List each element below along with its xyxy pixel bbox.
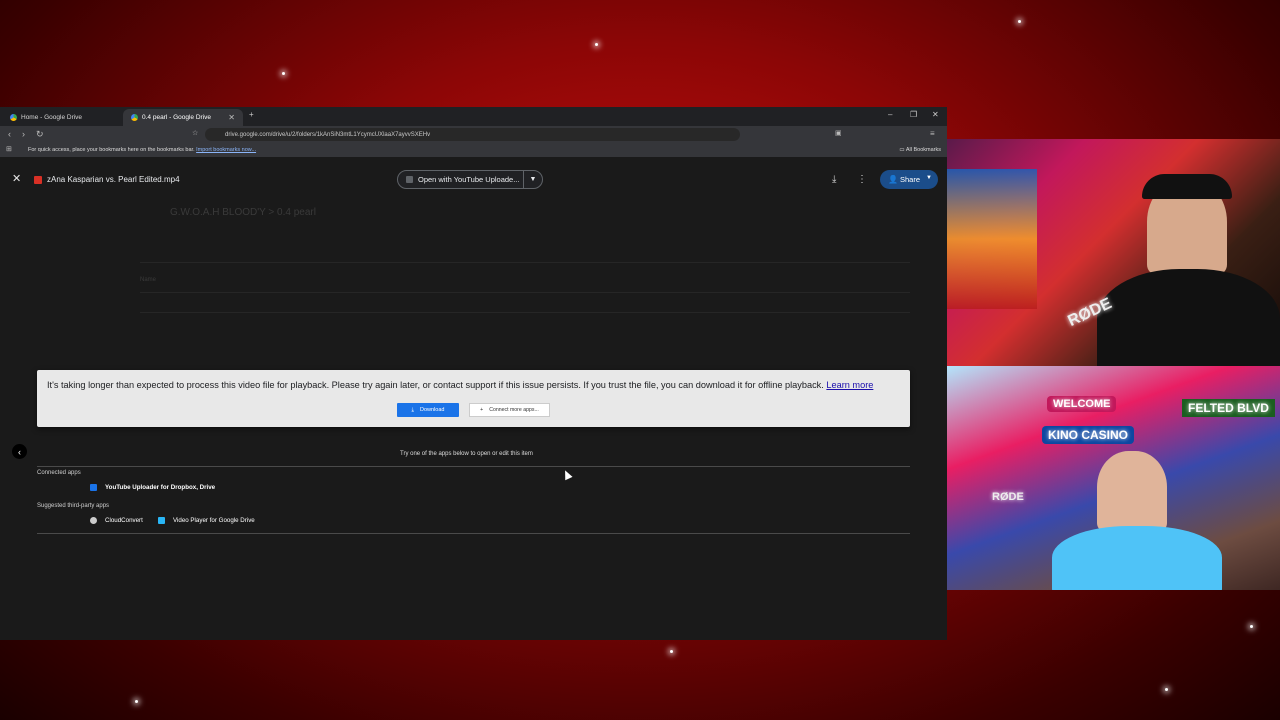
connected-apps-heading: Connected apps xyxy=(37,470,81,476)
bookmark-star-icon[interactable]: ☆ xyxy=(192,129,198,137)
open-with-button[interactable]: Open with YouTube Uploade... ▼ xyxy=(397,170,543,189)
street-sign: FELTED BLVD xyxy=(1182,399,1275,417)
ghost-breadcrumb: G.W.O.A.H BLOOD'Y > 0.4 pearl xyxy=(170,207,316,218)
sparkle xyxy=(595,43,598,46)
suggested-apps-heading: Suggested third-party apps xyxy=(37,503,110,509)
try-apps-text: Try one of the apps below to open or edi… xyxy=(400,451,533,457)
open-with-dropdown-icon[interactable]: ▼ xyxy=(523,171,542,188)
welcome-sign: WELCOME xyxy=(1047,396,1117,412)
host-shirt xyxy=(1097,269,1280,366)
cloud-icon xyxy=(90,517,97,524)
processing-message-box: It's taking longer than expected to proc… xyxy=(37,370,910,427)
arcade-machine xyxy=(947,169,1037,309)
divider xyxy=(37,533,910,534)
browser-window: Home - Google Drive 0.4 pearl - Google D… xyxy=(0,107,947,640)
more-options-icon[interactable]: ⋮ xyxy=(857,174,867,185)
guest-shirt xyxy=(1052,526,1222,590)
processing-message: It's taking longer than expected to proc… xyxy=(47,380,824,390)
guest-face xyxy=(1097,451,1167,531)
sparkle xyxy=(282,72,285,75)
divider xyxy=(37,466,910,467)
previous-file-button[interactable]: ‹ xyxy=(12,444,27,459)
import-bookmarks-link[interactable]: Import bookmarks now... xyxy=(196,147,256,153)
close-tab-icon[interactable]: ✕ xyxy=(228,113,235,122)
folder-icon: ▭ xyxy=(899,147,905,153)
casino-sign: KINO CASINO xyxy=(1042,426,1135,444)
mic-brand: RØDE xyxy=(992,491,1024,503)
sparkle xyxy=(1165,688,1168,691)
tab-home-drive[interactable]: Home - Google Drive xyxy=(2,109,120,126)
uploader-app-icon xyxy=(90,484,97,491)
menu-icon[interactable]: ≡ xyxy=(930,129,935,138)
learn-more-link[interactable]: Learn more xyxy=(826,380,873,390)
bookmarks-bar: ⊞ For quick access, place your bookmarks… xyxy=(0,143,947,158)
maximize-icon[interactable]: ❐ xyxy=(910,110,917,119)
suggested-app-video-player[interactable]: Video Player for Google Drive xyxy=(158,517,255,524)
forward-icon[interactable]: › xyxy=(22,129,25,139)
download-icon[interactable]: ⤓ xyxy=(832,174,836,185)
video-file-icon xyxy=(34,176,42,184)
share-dropdown-icon[interactable]: ▼ xyxy=(926,175,932,181)
url-field[interactable]: drive.google.com/drive/u/2/folders/1kAnS… xyxy=(205,128,740,141)
close-viewer-icon[interactable]: ✕ xyxy=(12,172,21,185)
all-bookmarks-button[interactable]: ▭ All Bookmarks xyxy=(899,147,941,153)
drive-icon xyxy=(10,114,17,121)
video-player-icon xyxy=(158,517,165,524)
tab-strip: Home - Google Drive 0.4 pearl - Google D… xyxy=(0,107,947,126)
download-button[interactable]: ⤓ Download xyxy=(397,403,459,417)
person-add-icon: 👤 xyxy=(888,175,898,184)
extensions-icon[interactable]: ▣ xyxy=(835,129,842,137)
drive-file-viewer: G.W.O.A.H BLOOD'Y > 0.4 pearl Name ✕ zAn… xyxy=(0,157,947,640)
back-icon[interactable]: ‹ xyxy=(8,129,11,139)
share-button[interactable]: 👤 Share ▼ xyxy=(880,170,938,189)
ghost-name-header: Name xyxy=(140,277,157,283)
bookmarks-prompt: For quick access, place your bookmarks h… xyxy=(28,147,195,153)
webcam-host-2: WELCOME KINO CASINO FELTED BLVD RØDE xyxy=(947,366,1280,590)
address-bar-row: ‹ › ↻ ☆ drive.google.com/drive/u/2/folde… xyxy=(0,126,947,143)
webcam-host-1: RØDE xyxy=(947,139,1280,366)
app-icon xyxy=(406,176,413,183)
sparkle xyxy=(135,700,138,703)
sparkle xyxy=(670,650,673,653)
viewer-toolbar: ✕ zAna Kasparian vs. Pearl Edited.mp4 Op… xyxy=(0,170,947,190)
connected-app-youtube-uploader[interactable]: YouTube Uploader for Dropbox, Drive xyxy=(90,484,215,491)
close-window-icon[interactable]: ✕ xyxy=(932,110,939,119)
sparkle xyxy=(1250,625,1253,628)
connect-more-apps-button[interactable]: + Connect more apps... xyxy=(469,403,550,417)
new-tab-icon[interactable]: + xyxy=(249,110,254,119)
tab-pearl-drive[interactable]: 0.4 pearl - Google Drive ✕ xyxy=(123,109,243,126)
suggested-app-cloudconvert[interactable]: CloudConvert xyxy=(90,517,143,524)
sparkle xyxy=(1018,20,1021,23)
file-name: zAna Kasparian vs. Pearl Edited.mp4 xyxy=(47,175,180,184)
download-arrow-icon: ⤓ xyxy=(411,406,414,413)
cap xyxy=(1142,174,1232,199)
drive-icon xyxy=(131,114,138,121)
reload-icon[interactable]: ↻ xyxy=(36,129,44,140)
minimize-icon[interactable]: – xyxy=(888,110,892,119)
plus-icon: + xyxy=(480,407,484,413)
apps-grid-icon[interactable]: ⊞ xyxy=(6,145,12,153)
